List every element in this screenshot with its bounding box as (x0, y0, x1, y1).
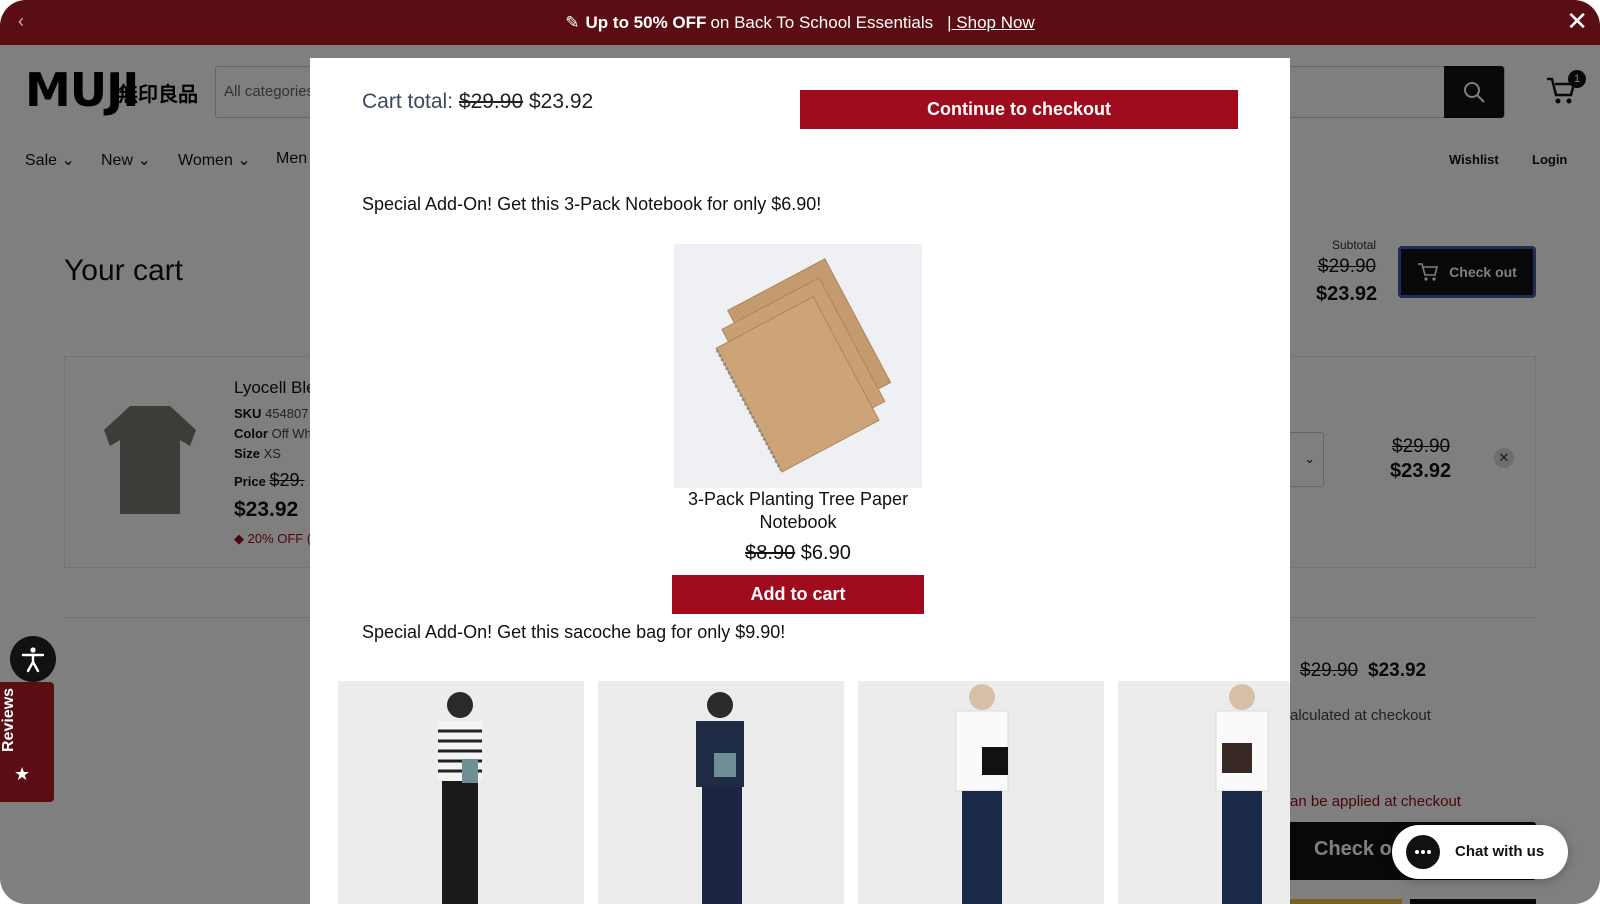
modal-cart-total: Cart total: $29.90 $23.92 (362, 90, 594, 113)
promo-close-icon[interactable]: ✕ (1566, 6, 1588, 37)
bag-product-tile[interactable] (1118, 681, 1290, 904)
accessibility-icon (21, 647, 45, 673)
chat-bubble-icon (1406, 835, 1440, 869)
promo-prev-icon[interactable]: ‹ (18, 11, 24, 32)
promo-shop-now-link[interactable]: | Shop Now (947, 13, 1035, 33)
continue-to-checkout-button[interactable]: Continue to checkout (800, 90, 1238, 129)
bag-product-tile[interactable] (598, 681, 844, 904)
promo-bar: ‹ ✎ Up to 50% OFF on Back To School Esse… (0, 0, 1600, 45)
promo-highlight: Up to 50% OFF (585, 12, 707, 32)
notebook-image[interactable] (674, 244, 922, 488)
add-to-cart-button[interactable]: Add to cart (672, 575, 924, 614)
addon-notebook-text: Special Add-On! Get this 3-Pack Notebook… (362, 194, 822, 214)
upsell-modal: Cart total: $29.90 $23.92 Continue to ch… (310, 58, 1290, 904)
browser-frame: ‹ ✎ Up to 50% OFF on Back To School Esse… (0, 0, 1600, 904)
bag-product-tile[interactable] (858, 681, 1104, 904)
chat-label: Chat with us (1455, 843, 1545, 860)
addon-bag-text: Special Add-On! Get this sacoche bag for… (362, 622, 786, 642)
bag-product-tile[interactable] (338, 681, 584, 904)
pencil-icon: ✎ (565, 12, 580, 32)
notebook-price: $8.90 $6.90 (745, 542, 851, 564)
promo-text: on Back To School Essentials (710, 12, 934, 32)
notebook-name[interactable]: 3-Pack Planting Tree Paper Notebook (672, 488, 924, 534)
chat-widget[interactable]: Chat with us (1392, 825, 1568, 879)
star-icon: ★ (14, 764, 31, 784)
